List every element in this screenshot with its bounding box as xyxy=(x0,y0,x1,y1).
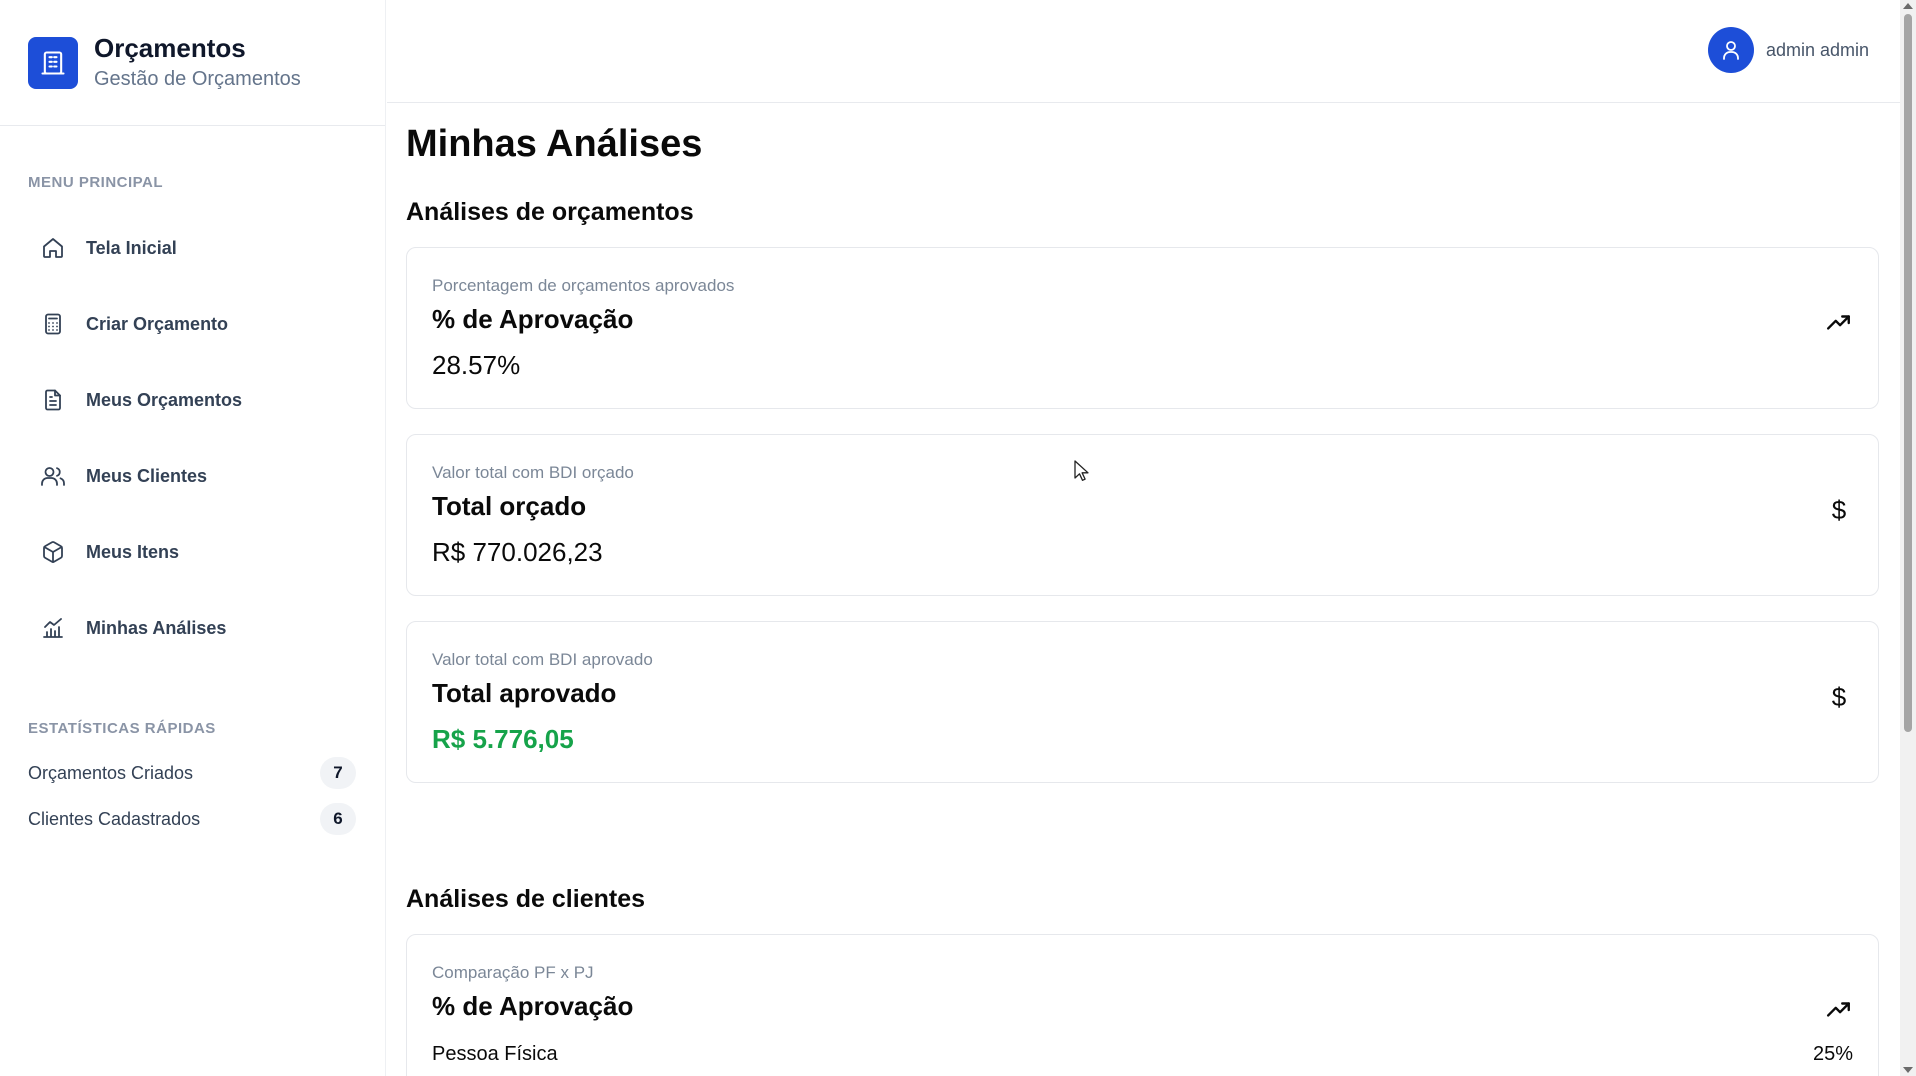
card-title: % de Aprovação xyxy=(432,304,634,334)
users-icon xyxy=(38,461,68,491)
sidebar-item-label: Minhas Análises xyxy=(86,617,227,638)
building-icon xyxy=(28,36,78,89)
row-label: Pessoa Física xyxy=(432,1043,558,1065)
brand[interactable]: Orçamentos Gestão de Orçamentos xyxy=(0,0,385,126)
chart-icon xyxy=(38,613,68,643)
dollar-icon: $ xyxy=(1831,494,1847,525)
brand-subtitle: Gestão de Orçamentos xyxy=(94,67,301,90)
sidebar-item-my-analyses[interactable]: Minhas Análises xyxy=(28,590,358,666)
card-title: % de Aprovação xyxy=(432,991,634,1021)
dollar-icon: $ xyxy=(1831,681,1847,712)
approval-rate-card: Porcentagem de orçamentos aprovados % de… xyxy=(406,247,1879,409)
card-title: Total orçado xyxy=(432,491,587,521)
user-icon xyxy=(1707,27,1754,73)
trending-up-icon xyxy=(1824,308,1854,338)
stat-row: Orçamentos Criados 7 xyxy=(28,750,356,796)
stat-label: Clientes Cadastrados xyxy=(28,808,201,829)
sidebar-item-label: Criar Orçamento xyxy=(86,313,229,334)
page-title: Minhas Análises xyxy=(406,123,703,165)
package-icon xyxy=(38,537,68,567)
scroll-thumb[interactable] xyxy=(1904,14,1912,732)
page-scrollbar[interactable] xyxy=(1900,0,1916,1076)
stat-count-badge: 6 xyxy=(320,803,356,835)
calculator-icon xyxy=(38,309,68,339)
sidebar-item-create-budget[interactable]: Criar Orçamento xyxy=(28,286,358,362)
sidebar-item-home[interactable]: Tela Inicial xyxy=(28,210,358,286)
budget-analyses-heading: Análises de orçamentos xyxy=(406,198,694,226)
trending-up-icon xyxy=(1824,995,1854,1025)
file-text-icon xyxy=(38,385,68,415)
card-subtitle: Comparação PF x PJ xyxy=(432,963,594,982)
total-approved-card: Valor total com BDI aprovado Total aprov… xyxy=(406,621,1879,783)
stat-count-badge: 7 xyxy=(320,757,356,789)
pessoa-fisica-row: Pessoa Física 25% xyxy=(432,1043,1853,1066)
sidebar-item-label: Tela Inicial xyxy=(86,237,177,258)
card-value: R$ 5.776,05 xyxy=(432,724,574,754)
sidebar-item-label: Meus Orçamentos xyxy=(86,389,243,410)
brand-title: Orçamentos xyxy=(94,32,246,63)
row-value: 25% xyxy=(1812,1043,1853,1065)
sidebar-item-label: Meus Clientes xyxy=(86,465,208,486)
menu-section-label: MENU PRINCIPAL xyxy=(28,174,164,191)
home-icon xyxy=(38,233,68,263)
stats-section-label: ESTATÍSTICAS RÁPIDAS xyxy=(28,720,216,737)
card-subtitle: Porcentagem de orçamentos aprovados xyxy=(432,276,735,295)
pf-pj-comparison-card: Comparação PF x PJ % de Aprovação Pessoa… xyxy=(406,934,1879,1076)
quick-stats: Orçamentos Criados 7 Clientes Cadastrado… xyxy=(28,750,356,842)
scroll-up-arrow[interactable] xyxy=(1903,3,1913,9)
user-name: admin admin xyxy=(1765,39,1869,60)
sidebar: Orçamentos Gestão de Orçamentos MENU PRI… xyxy=(0,0,386,1076)
stat-row: Clientes Cadastrados 6 xyxy=(28,796,356,842)
card-value: R$ 770.026,23 xyxy=(432,537,603,567)
card-subtitle: Valor total com BDI orçado xyxy=(432,463,634,482)
sidebar-item-my-clients[interactable]: Meus Clientes xyxy=(28,438,358,514)
topbar: admin admin xyxy=(387,0,1900,103)
stat-label: Orçamentos Criados xyxy=(28,762,194,783)
client-analyses-heading: Análises de clientes xyxy=(406,885,646,913)
user-menu[interactable]: admin admin xyxy=(1707,27,1869,73)
main-content: Minhas Análises Análises de orçamentos P… xyxy=(406,103,1879,1076)
total-budgeted-card: Valor total com BDI orçado Total orçado … xyxy=(406,434,1879,596)
scroll-down-arrow[interactable] xyxy=(1903,1067,1913,1073)
card-title: Total aprovado xyxy=(432,678,617,708)
sidebar-item-label: Meus Itens xyxy=(86,541,180,562)
card-subtitle: Valor total com BDI aprovado xyxy=(432,650,653,669)
main-nav: Tela Inicial Criar Orçamento Meus Orçame… xyxy=(28,210,358,666)
mouse-cursor-icon xyxy=(1074,460,1090,487)
sidebar-item-my-items[interactable]: Meus Itens xyxy=(28,514,358,590)
card-value: 28.57% xyxy=(432,350,521,380)
sidebar-item-my-budgets[interactable]: Meus Orçamentos xyxy=(28,362,358,438)
